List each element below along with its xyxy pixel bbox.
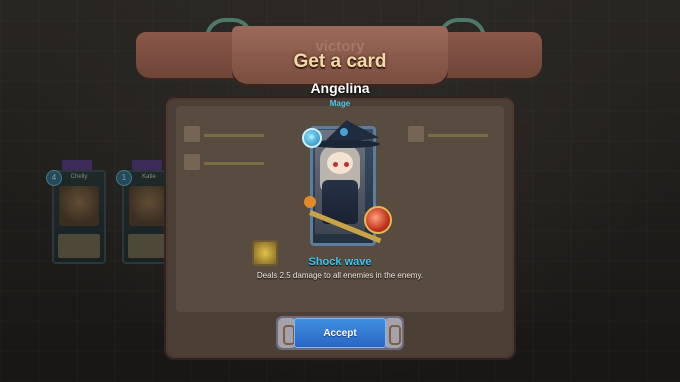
hero-eye (333, 162, 338, 167)
hero-eye (344, 162, 349, 167)
button-cap (384, 318, 402, 348)
staff-orb (364, 206, 392, 234)
accept-button[interactable]: Accept (294, 318, 386, 348)
staff-tip (304, 196, 316, 208)
hero-class: Mage (329, 99, 351, 108)
hero-face (327, 152, 353, 174)
water-element-icon: ✧ (302, 128, 322, 148)
skill-name: Shock wave (308, 256, 372, 268)
hat-ornament (340, 128, 348, 136)
result-row (184, 152, 264, 172)
result-row (184, 124, 264, 144)
unit-thumb-icon (184, 154, 200, 170)
page-title: Get a card (293, 51, 387, 72)
unit-thumb-icon (408, 126, 424, 142)
result-row (408, 124, 488, 144)
skill-description: Deals 2.5 damage to all enemies in the e… (256, 271, 424, 280)
hero-name: Angelina (310, 80, 370, 96)
unit-thumb-icon (184, 126, 200, 142)
